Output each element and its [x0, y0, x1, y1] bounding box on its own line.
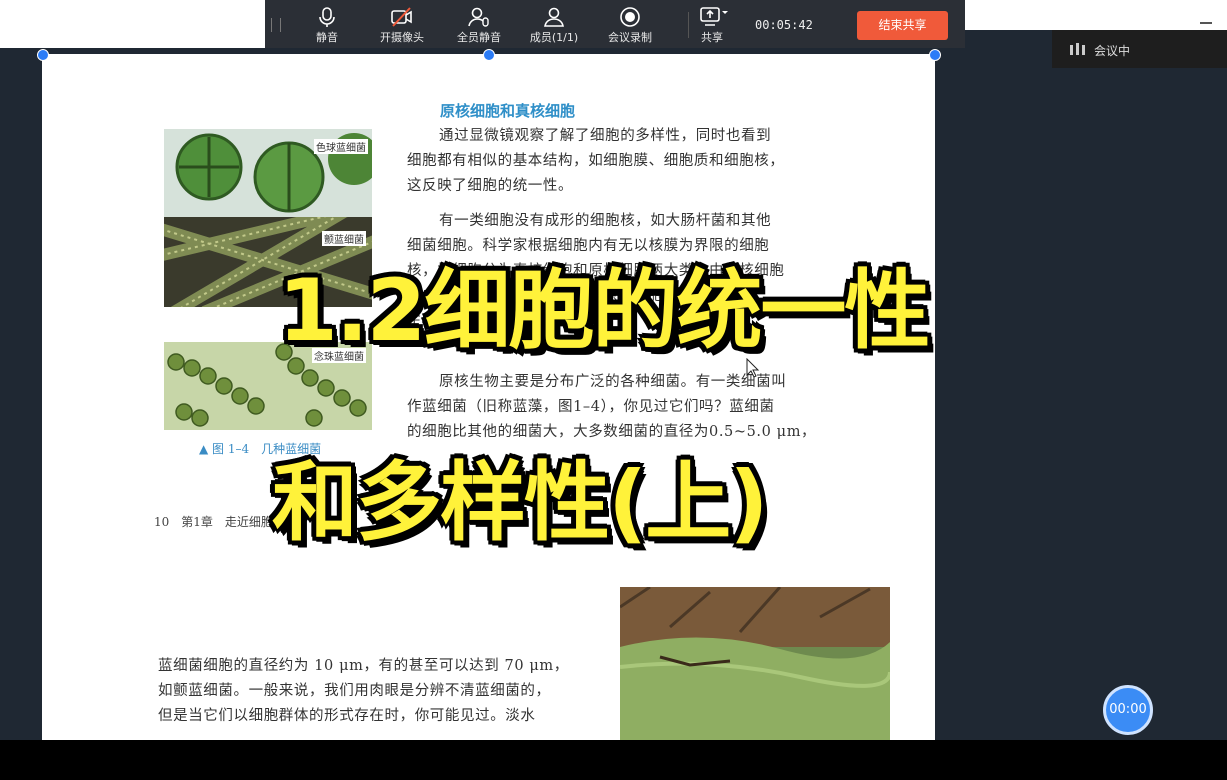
meeting-status-indicator[interactable]: 会议中 [1052, 30, 1227, 68]
page-footer: 10 第1章 走近细胞 [154, 515, 273, 529]
paragraph-unity: 通过显微镜观察了解了细胞的多样性，同时也看到 细胞都有相似的基本结构，如细胞膜、… [407, 124, 785, 199]
figure-label-oscillatoria: 颤蓝细菌 [322, 231, 366, 246]
record-button[interactable]: 会议录制 [595, 6, 665, 46]
background-window-left [0, 0, 265, 48]
text-line: 细胞都有相似的基本结构，如细胞膜、细胞质和细胞核， [407, 153, 785, 169]
recording-timer-button[interactable]: 00:00 [1103, 685, 1153, 735]
background-window-right [965, 0, 1227, 30]
camera-off-icon [391, 7, 412, 27]
meeting-status-label: 会议中 [1094, 44, 1131, 58]
overlay-title-line2: 和多样性(上) [272, 453, 769, 553]
camera-button[interactable]: 开摄像头 [367, 6, 437, 46]
text-line: 蓝细菌细胞的直径约为 10 μm，有的甚至可以达到 70 μm， [158, 658, 569, 674]
text-line: 如颤蓝细菌。一般来说，我们用肉眼是分辨不清蓝细菌的， [158, 683, 551, 699]
mute-all-icon [468, 7, 489, 27]
camera-label: 开摄像头 [380, 31, 424, 44]
end-share-button[interactable]: 结束共享 [857, 11, 948, 40]
section-heading: 原核细胞和真核细胞 [440, 102, 576, 120]
overlay-title-line1: 1.2细胞的统一性 [278, 261, 930, 361]
minimize-icon[interactable] [1200, 22, 1212, 24]
taskbar-strip [0, 740, 1227, 780]
share-frame-handle[interactable] [929, 49, 941, 61]
mute-label: 静音 [316, 31, 338, 44]
record-icon [620, 7, 640, 27]
text-line: 作蓝细菌（旧称蓝藻，图1–4），你见过它们吗？蓝细菌 [407, 399, 775, 415]
share-frame-handle[interactable] [37, 49, 49, 61]
microphone-icon [319, 7, 335, 27]
text-line: 的细胞比其他的细菌大，大多数细菌的直径为0.5~5.0 μm， [407, 424, 817, 440]
members-icon [544, 7, 564, 27]
meeting-timer: 00:05:42 [755, 18, 813, 32]
paragraph-cyanobacteria-size: 蓝细菌细胞的直径约为 10 μm，有的甚至可以达到 70 μm， 如颤蓝细菌。一… [158, 654, 569, 729]
mute-all-label: 全员静音 [457, 31, 501, 44]
members-button[interactable]: 成员(1/1) [519, 6, 589, 46]
text-line: 细菌细胞。科学家根据细胞内有无以核膜为界限的细胞 [407, 238, 770, 254]
text-line: 有一类细胞没有成形的细胞核，如大肠杆菌和其他 [439, 213, 772, 229]
share-label: 共享 [701, 31, 723, 44]
drag-handle-icon[interactable] [271, 18, 281, 32]
mute-all-button[interactable]: 全员静音 [444, 6, 514, 46]
text-line: 但是当它们以细胞群体的形式存在时，你可能见过。淡水 [158, 708, 536, 724]
pond-illustration [620, 587, 890, 740]
share-screen-icon [700, 7, 728, 26]
text-line: 这反映了细胞的统一性。 [407, 178, 574, 194]
record-label: 会议录制 [608, 31, 652, 44]
text-line: 通过显微镜观察了解了细胞的多样性，同时也看到 [439, 128, 772, 144]
members-label: 成员(1/1) [529, 31, 579, 44]
mute-button[interactable]: 静音 [292, 6, 362, 46]
share-frame-handle[interactable] [483, 49, 495, 61]
share-button[interactable]: 共享 [677, 6, 747, 46]
figure-label-chroococcus: 色球蓝细菌 [314, 139, 368, 154]
figure-chroococcus-image: 色球蓝细菌 [164, 129, 372, 217]
mouse-cursor-icon [746, 358, 760, 378]
paragraph-cyanobacteria: 原核生物主要是分布广泛的各种细菌。有一类细菌叫 作蓝细菌（旧称蓝藻，图1–4），… [407, 370, 816, 445]
meeting-toolbar: 静音 开摄像头 全员静音 成员(1/1) 会议录制 共享 00:05:42 结束… [265, 0, 965, 48]
shared-document: 原核细胞和真核细胞 通过显微镜观察了解了细胞的多样性，同时也看到 细胞都有相似的… [42, 54, 935, 740]
pond-photo [620, 587, 890, 740]
signal-bars-icon [1070, 43, 1085, 55]
